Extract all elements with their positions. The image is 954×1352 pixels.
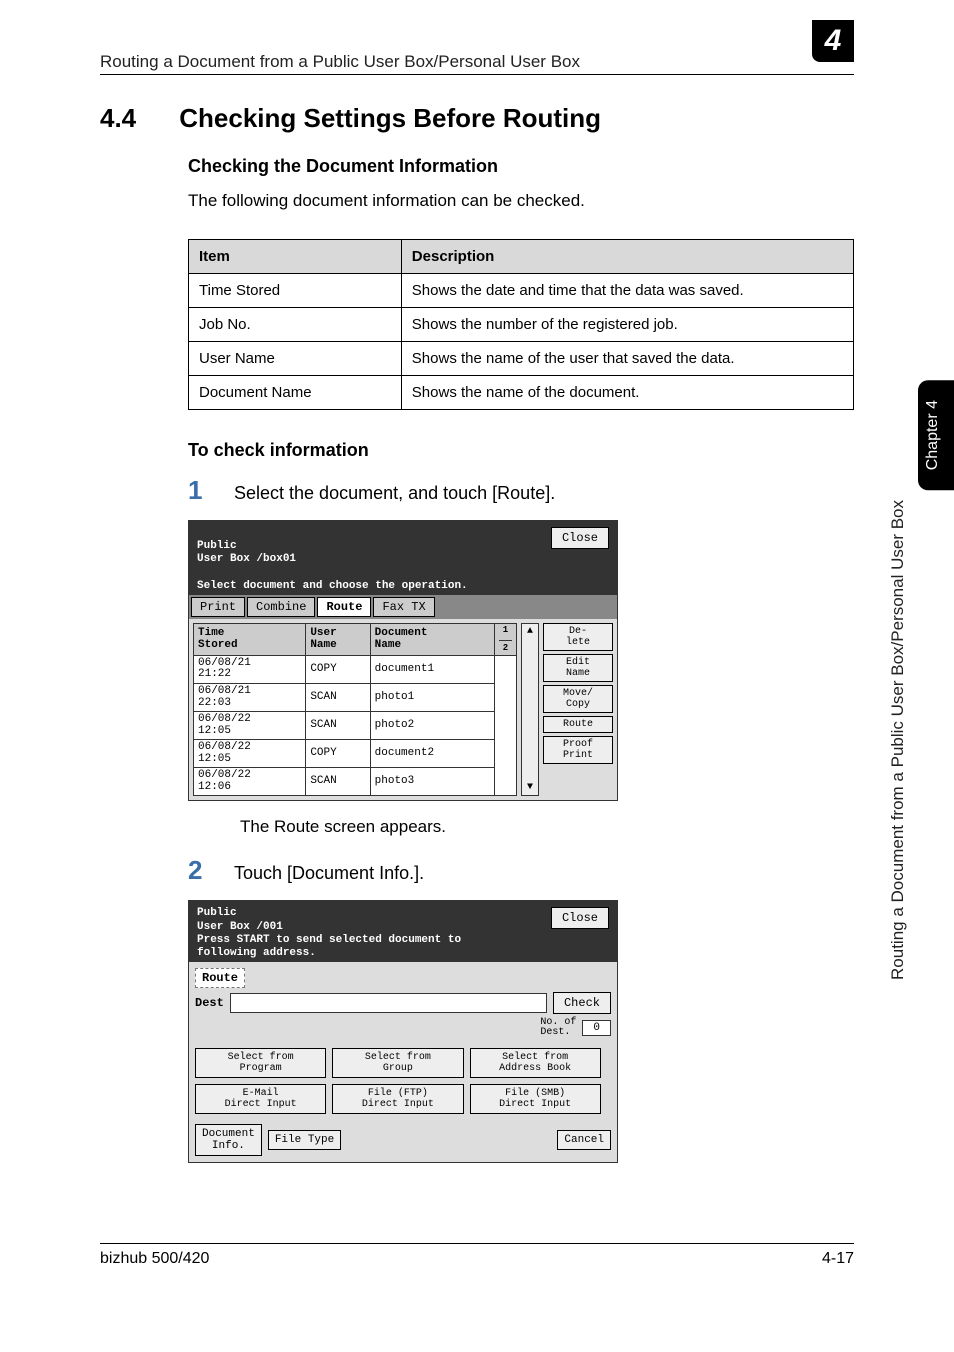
list-cell: 06/08/22 12:05 <box>194 712 306 740</box>
list-item[interactable]: 06/08/22 12:06SCANphoto3 <box>194 768 517 796</box>
ss1-title-box: Public User Box /box01 <box>197 540 296 565</box>
table-row: User NameShows the name of the user that… <box>189 342 854 376</box>
col-page-indicator: 12 <box>495 623 517 655</box>
proof-print-button[interactable]: Proof Print <box>543 736 613 764</box>
file-type-button[interactable]: File Type <box>268 1130 341 1150</box>
e-mail-direct-input-button[interactable]: E-Mail Direct Input <box>195 1084 326 1114</box>
col-user-name: User Name <box>306 623 370 655</box>
list-cell: SCAN <box>306 712 370 740</box>
select-from-group-button[interactable]: Select from Group <box>332 1048 463 1078</box>
list-cell: COPY <box>306 740 370 768</box>
cancel-button[interactable]: Cancel <box>557 1130 611 1150</box>
list-cell: document1 <box>370 655 494 683</box>
intro-paragraph: The following document information can b… <box>188 191 854 211</box>
screenshot-route: Public User Box /001 Press START to send… <box>188 900 618 1163</box>
section-title-text: Checking Settings Before Routing <box>179 103 601 133</box>
ss1-tab-bar: Print Combine Route Fax TX <box>189 595 617 619</box>
table-cell: Document Name <box>189 376 402 410</box>
running-head: Routing a Document from a Public User Bo… <box>100 52 580 72</box>
list-cell: 06/08/21 22:03 <box>194 684 306 712</box>
table-cell: Shows the date and time that the data wa… <box>401 274 853 308</box>
table-row: Time StoredShows the date and time that … <box>189 274 854 308</box>
ss2-title: Public User Box /001 Press START to send… <box>197 907 551 960</box>
route-button[interactable]: Route <box>543 716 613 733</box>
list-item[interactable]: 06/08/21 21:22COPYdocument1 <box>194 655 517 683</box>
step-1-number: 1 <box>188 475 208 506</box>
list-cell: document2 <box>370 740 494 768</box>
subhead-check-info: To check information <box>188 440 854 461</box>
dest-count-value: 0 <box>582 1020 611 1036</box>
step-2-number: 2 <box>188 855 208 886</box>
route-screen-caption: The Route screen appears. <box>240 817 854 837</box>
spacer-cell <box>495 655 517 795</box>
list-cell: photo1 <box>370 684 494 712</box>
tab-print[interactable]: Print <box>191 597 245 617</box>
table-cell: Time Stored <box>189 274 402 308</box>
ss1-title-prompt: Select document and choose the operation… <box>197 580 468 592</box>
table-cell: Shows the name of the user that saved th… <box>401 342 853 376</box>
screenshot-box-list: Public User Box /box01 Select document a… <box>188 520 618 801</box>
dest-count-label: No. of Dest. <box>540 1018 576 1038</box>
close-button[interactable]: Close <box>551 527 609 549</box>
document-info-button[interactable]: Document Info. <box>195 1124 262 1156</box>
list-cell: COPY <box>306 655 370 683</box>
col-time-stored[interactable]: Time Stored <box>194 623 306 655</box>
table-cell: Shows the number of the registered job. <box>401 308 853 342</box>
edit-name-button[interactable]: Edit Name <box>543 654 613 682</box>
scroll-bar[interactable]: ▲ ▼ <box>521 623 539 796</box>
scroll-down-icon[interactable]: ▼ <box>522 782 538 793</box>
dest-field <box>230 993 547 1013</box>
footer-model: bizhub 500/420 <box>100 1250 822 1268</box>
list-cell: photo2 <box>370 712 494 740</box>
table-row: Document NameShows the name of the docum… <box>189 376 854 410</box>
scroll-up-icon[interactable]: ▲ <box>522 626 538 637</box>
list-cell: photo3 <box>370 768 494 796</box>
document-list-table: Time Stored User Name Document Name 12 0… <box>193 623 517 796</box>
list-item[interactable]: 06/08/22 12:05COPYdocument2 <box>194 740 517 768</box>
list-item[interactable]: 06/08/22 12:05SCANphoto2 <box>194 712 517 740</box>
list-item[interactable]: 06/08/21 22:03SCANphoto1 <box>194 684 517 712</box>
dest-label: Dest <box>195 996 224 1010</box>
close-button[interactable]: Close <box>551 907 609 929</box>
step-2-text: Touch [Document Info.]. <box>234 863 424 884</box>
th-item: Item <box>189 240 402 274</box>
list-cell: 06/08/22 12:05 <box>194 740 306 768</box>
file-smb-direct-input-button[interactable]: File (SMB) Direct Input <box>470 1084 601 1114</box>
select-from-address-book-button[interactable]: Select from Address Book <box>470 1048 601 1078</box>
subhead-doc-info: Checking the Document Information <box>188 156 854 177</box>
list-cell: 06/08/22 12:06 <box>194 768 306 796</box>
chapter-number-badge: 4 <box>812 20 854 62</box>
tab-combine[interactable]: Combine <box>247 597 315 617</box>
step-1-text: Select the document, and touch [Route]. <box>234 483 555 504</box>
th-description: Description <box>401 240 853 274</box>
footer-page-number: 4-17 <box>822 1250 854 1268</box>
list-cell: SCAN <box>306 768 370 796</box>
table-row: Job No.Shows the number of the registere… <box>189 308 854 342</box>
info-table: Item Description Time StoredShows the da… <box>188 239 854 410</box>
tab-fax-tx[interactable]: Fax TX <box>373 597 434 617</box>
file-ftp-direct-input-button[interactable]: File (FTP) Direct Input <box>332 1084 463 1114</box>
table-cell: Job No. <box>189 308 402 342</box>
list-cell: 06/08/21 21:22 <box>194 655 306 683</box>
table-cell: Shows the name of the document. <box>401 376 853 410</box>
select-from-program-button[interactable]: Select from Program <box>195 1048 326 1078</box>
section-heading: 4.4 Checking Settings Before Routing <box>100 103 854 134</box>
col-document-name: Document Name <box>370 623 494 655</box>
move-copy-button[interactable]: Move/ Copy <box>543 685 613 713</box>
check-button[interactable]: Check <box>553 992 611 1014</box>
list-cell: SCAN <box>306 684 370 712</box>
tab-route[interactable]: Route <box>317 597 371 617</box>
table-cell: User Name <box>189 342 402 376</box>
section-number: 4.4 <box>100 103 172 134</box>
de-lete-button[interactable]: De- lete <box>543 623 613 651</box>
route-section-label: Route <box>195 968 245 988</box>
